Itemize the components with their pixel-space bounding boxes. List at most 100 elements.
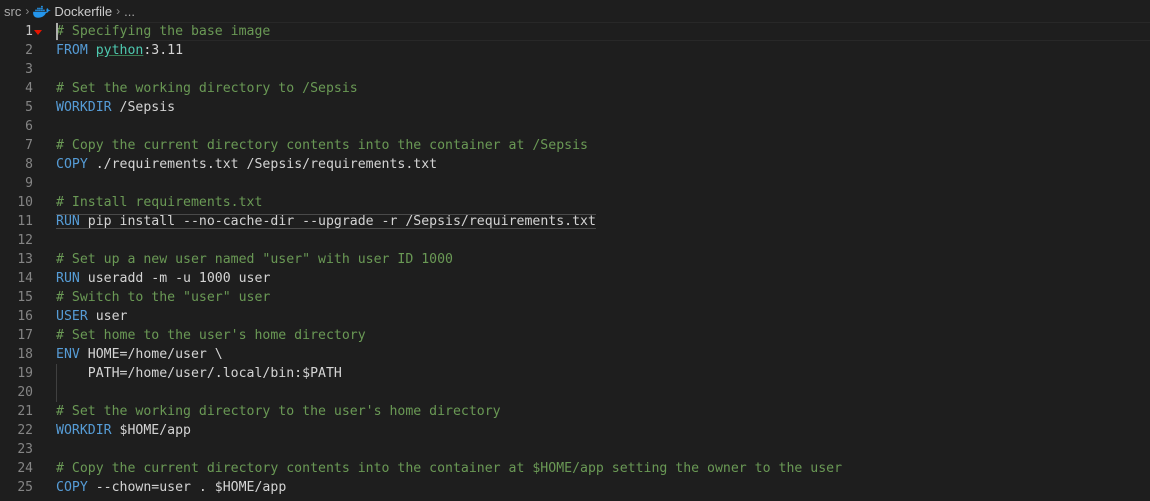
code-line[interactable]: 9 [0,174,1150,193]
code-line[interactable]: 18 ENV HOME=/home/user \ [0,345,1150,364]
token-comment: # Set up a new user named "user" with us… [56,252,453,267]
token-comment: # Set the working directory to /Sepsis [56,81,358,96]
glyph-margin [33,79,56,98]
code-line[interactable]: 7 # Copy the current directory contents i… [0,136,1150,155]
code-line[interactable]: 19 PATH=/home/user/.local/bin:$PATH [0,364,1150,383]
deleted-lines-marker-icon[interactable] [34,30,42,35]
code-line[interactable]: 2 FROM python:3.11 [0,41,1150,60]
line-content[interactable] [56,117,1150,136]
line-content[interactable]: RUN useradd -m -u 1000 user [56,269,1150,288]
glyph-margin [33,478,56,497]
line-content[interactable] [56,231,1150,250]
line-content[interactable]: # Set up a new user named "user" with us… [56,250,1150,269]
code-line[interactable]: 22 WORKDIR $HOME/app [0,421,1150,440]
line-number: 19 [17,366,33,381]
code-line[interactable]: 6 [0,117,1150,136]
token-group: WORKDIR /Sepsis [56,100,175,115]
code-line[interactable]: 4 # Set the working directory to /Sepsis [0,79,1150,98]
code-editor[interactable]: src › Dockerfile › ... 1 # Specifying the… [0,0,1150,501]
glyph-margin [33,364,56,383]
breadcrumb: src › Dockerfile › ... [0,0,1150,22]
code-line[interactable]: 11 RUN pip install --no-cache-dir --upgra… [0,212,1150,231]
token-keyword: RUN [56,271,80,286]
indent-guide [56,364,57,383]
line-content[interactable]: RUN pip install --no-cache-dir --upgrade… [56,212,1150,231]
line-number: 17 [17,328,33,343]
code-line[interactable]: 17 # Set home to the user's home director… [0,326,1150,345]
line-content[interactable]: # Copy the current directory contents in… [56,459,1150,478]
token-group: # Switch to the "user" user [56,290,270,305]
line-content[interactable]: ENV HOME=/home/user \ [56,345,1150,364]
line-content[interactable]: COPY ./requirements.txt /Sepsis/requirem… [56,155,1150,174]
line-content[interactable]: # Set home to the user's home directory [56,326,1150,345]
line-content[interactable]: # Set the working directory to the user'… [56,402,1150,421]
line-content[interactable]: # Install requirements.txt [56,193,1150,212]
line-content[interactable] [56,440,1150,459]
line-content[interactable] [56,174,1150,193]
code-lines[interactable]: 1 # Specifying the base image 2 FROM python… [0,22,1150,497]
breadcrumb-file[interactable]: Dockerfile [54,4,112,19]
line-number: 5 [25,100,33,115]
line-content[interactable]: COPY --chown=user . $HOME/app [56,478,1150,497]
line-content[interactable]: # Switch to the "user" user [56,288,1150,307]
glyph-margin [33,193,56,212]
token-group: # Specifying the base image [56,24,270,39]
token-group: RUN pip install --no-cache-dir --upgrade… [56,214,596,229]
token-group: FROM python:3.11 [56,43,183,58]
token-group: # Set the working directory to the user'… [56,404,501,419]
line-number: 18 [17,347,33,362]
line-content[interactable]: # Copy the current directory contents in… [56,136,1150,155]
code-line[interactable]: 14 RUN useradd -m -u 1000 user [0,269,1150,288]
token-group: WORKDIR $HOME/app [56,423,191,438]
code-line[interactable]: 16 USER user [0,307,1150,326]
line-number: 1 [25,24,33,39]
line-content[interactable]: WORKDIR $HOME/app [56,421,1150,440]
glyph-margin [33,269,56,288]
code-line[interactable]: 24 # Copy the current directory contents … [0,459,1150,478]
glyph-margin [33,22,56,41]
line-number: 13 [17,252,33,267]
line-content[interactable]: FROM python:3.11 [56,41,1150,60]
code-line[interactable]: 1 # Specifying the base image [0,22,1150,41]
line-content[interactable]: USER user [56,307,1150,326]
token-plain: pip install --no-cache-dir --upgrade -r … [79,214,596,229]
line-number: 20 [17,385,33,400]
glyph-margin [33,98,56,117]
line-number: 21 [17,404,33,419]
code-line[interactable]: 23 [0,440,1150,459]
glyph-margin [33,136,56,155]
token-group: USER user [56,309,127,324]
line-number: 23 [17,442,33,457]
indent-guide [56,383,57,402]
token-comment: # Specifying the base image [56,24,271,39]
docker-icon [33,5,51,18]
code-line[interactable]: 10 # Install requirements.txt [0,193,1150,212]
code-line[interactable]: 21 # Set the working directory to the use… [0,402,1150,421]
glyph-margin [33,174,56,193]
line-content[interactable]: WORKDIR /Sepsis [56,98,1150,117]
code-line[interactable]: 8 COPY ./requirements.txt /Sepsis/require… [0,155,1150,174]
line-content[interactable]: PATH=/home/user/.local/bin:$PATH [56,364,1150,383]
line-content[interactable] [56,60,1150,79]
code-line[interactable]: 12 [0,231,1150,250]
text-cursor [56,23,58,40]
token-keyword: COPY [56,157,88,172]
line-content[interactable]: # Set the working directory to /Sepsis [56,79,1150,98]
glyph-margin [33,383,56,402]
token-keyword: RUN [56,214,80,229]
code-line[interactable]: 13 # Set up a new user named "user" with … [0,250,1150,269]
line-number: 11 [17,214,33,229]
token-group: # Copy the current directory contents in… [56,138,588,153]
breadcrumb-folder[interactable]: src [4,4,21,19]
code-line[interactable]: 25 COPY --chown=user . $HOME/app [0,478,1150,497]
breadcrumb-more[interactable]: ... [124,4,135,19]
code-line[interactable]: 20 [0,383,1150,402]
code-line[interactable]: 3 [0,60,1150,79]
line-content[interactable] [56,383,1150,402]
code-line[interactable]: 15 # Switch to the "user" user [0,288,1150,307]
token-plain: --chown=user . $HOME/app [87,480,287,495]
code-line[interactable]: 5 WORKDIR /Sepsis [0,98,1150,117]
token-plain: HOME=/home/user \ [79,347,223,362]
token-group: # Set home to the user's home directory [56,328,366,343]
line-content[interactable]: # Specifying the base image [56,22,1150,41]
